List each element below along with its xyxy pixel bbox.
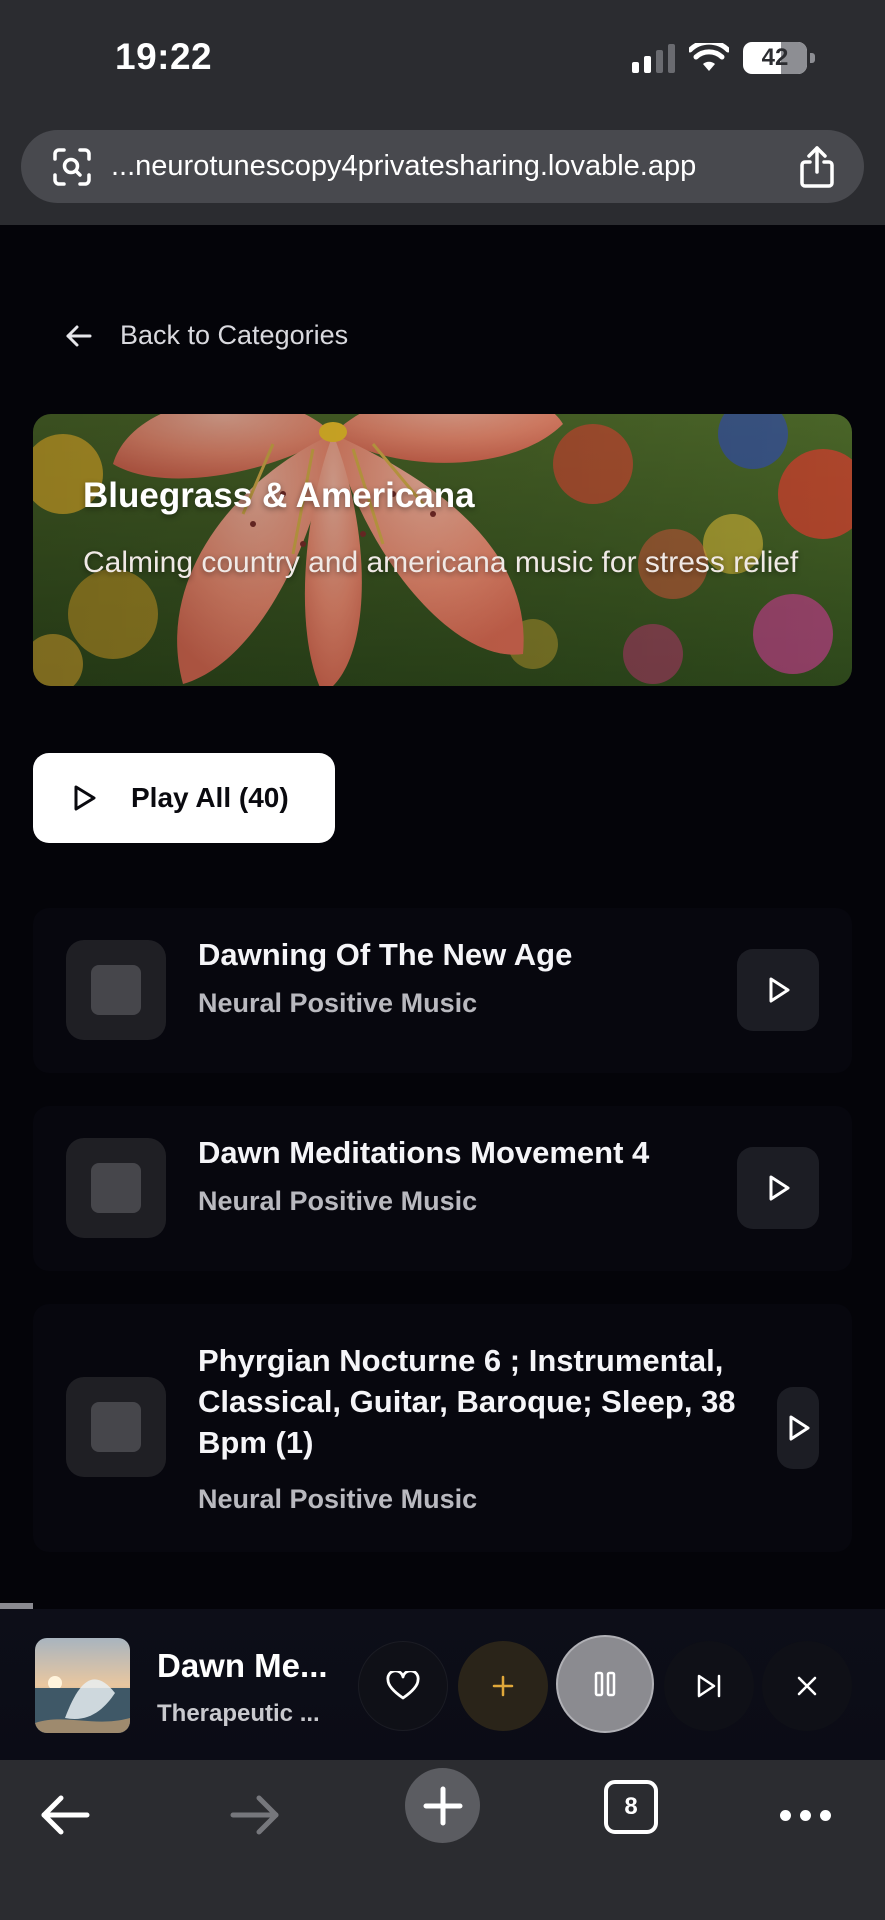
- now-playing-artwork: [35, 1638, 130, 1733]
- track-artwork-placeholder: [66, 1377, 166, 1477]
- favorite-button[interactable]: [358, 1641, 448, 1731]
- pause-icon: [594, 1671, 616, 1697]
- play-icon: [769, 977, 790, 1003]
- play-all-button[interactable]: Play All (40): [33, 753, 335, 843]
- cellular-signal-icon: [632, 43, 675, 73]
- play-all-label: Play All (40): [131, 782, 289, 813]
- category-hero-banner: Bluegrass & Americana Calming country an…: [33, 414, 852, 686]
- back-to-categories-link[interactable]: Back to Categories: [64, 320, 348, 351]
- more-icon: [779, 1809, 791, 1821]
- back-label: Back to Categories: [120, 320, 349, 350]
- play-icon: [74, 785, 96, 811]
- more-menu-button[interactable]: [770, 1780, 840, 1850]
- browser-back-button[interactable]: [30, 1780, 100, 1850]
- track-play-button[interactable]: [737, 949, 819, 1031]
- tab-switcher-button[interactable]: 8: [604, 1780, 658, 1834]
- plus-icon: [492, 1675, 514, 1697]
- mini-player: Dawn Me... Therapeutic ...: [0, 1609, 885, 1760]
- play-icon: [769, 1175, 790, 1201]
- now-playing-artist: Therapeutic ...: [157, 1700, 320, 1727]
- status-time: 19:22: [115, 36, 213, 77]
- track-row[interactable]: Dawning Of The New Age Neural Positive M…: [33, 908, 852, 1073]
- share-icon[interactable]: [788, 138, 846, 196]
- battery-level: 42: [761, 44, 789, 71]
- url-text[interactable]: ...neurotunescopy4privatesharing.lovable…: [111, 150, 788, 183]
- add-to-playlist-button[interactable]: [458, 1641, 548, 1731]
- track-artwork-placeholder: [66, 1138, 166, 1238]
- track-play-button[interactable]: [737, 1147, 819, 1229]
- wifi-icon: [689, 43, 729, 71]
- browser-top-bar: ...neurotunescopy4privatesharing.lovable…: [0, 125, 885, 225]
- skip-next-button[interactable]: [664, 1641, 754, 1731]
- address-bar[interactable]: ...neurotunescopy4privatesharing.lovable…: [21, 130, 864, 203]
- close-player-button[interactable]: [762, 1641, 852, 1731]
- arrow-left-icon: [41, 1795, 90, 1835]
- track-artwork-placeholder: [66, 940, 166, 1040]
- now-playing-title: Dawn Me...: [157, 1647, 328, 1684]
- heart-icon: [386, 1671, 420, 1700]
- track-artist: Neural Positive Music: [198, 988, 478, 1018]
- track-row[interactable]: Dawn Meditations Movement 4 Neural Posit…: [33, 1106, 852, 1271]
- track-artist: Neural Positive Music: [198, 1186, 478, 1216]
- battery-icon: 42: [743, 42, 815, 74]
- browser-bottom-bar: 8: [0, 1760, 885, 1920]
- track-title: Dawn Meditations Movement 4: [198, 1135, 650, 1170]
- browser-forward-button[interactable]: [220, 1780, 290, 1850]
- category-description: Calming country and americana music for …: [83, 546, 799, 579]
- play-icon: [789, 1415, 810, 1441]
- new-tab-button[interactable]: [405, 1768, 480, 1843]
- track-title: Phyrgian Nocturne 6 ; Instrumental, Clas…: [198, 1343, 736, 1460]
- track-row[interactable]: Phyrgian Nocturne 6 ; Instrumental, Clas…: [33, 1304, 852, 1552]
- category-title: Bluegrass & Americana: [83, 476, 475, 515]
- close-icon: [797, 1676, 817, 1696]
- track-title: Dawning Of The New Age: [198, 937, 573, 972]
- plus-icon: [423, 1786, 462, 1825]
- track-play-button[interactable]: [777, 1387, 819, 1469]
- status-icons: 42: [632, 42, 815, 74]
- arrow-right-icon: [230, 1795, 279, 1835]
- track-artist: Neural Positive Music: [198, 1484, 478, 1514]
- lens-icon[interactable]: [43, 138, 101, 196]
- arrow-left-icon: [66, 325, 92, 346]
- pause-button[interactable]: [556, 1635, 654, 1733]
- main-content: Back to Categories Bluegrass & Americana…: [0, 225, 885, 1760]
- skip-next-icon: [697, 1674, 721, 1698]
- status-bar: 19:22 42: [0, 0, 885, 125]
- tab-count: 8: [624, 1793, 638, 1820]
